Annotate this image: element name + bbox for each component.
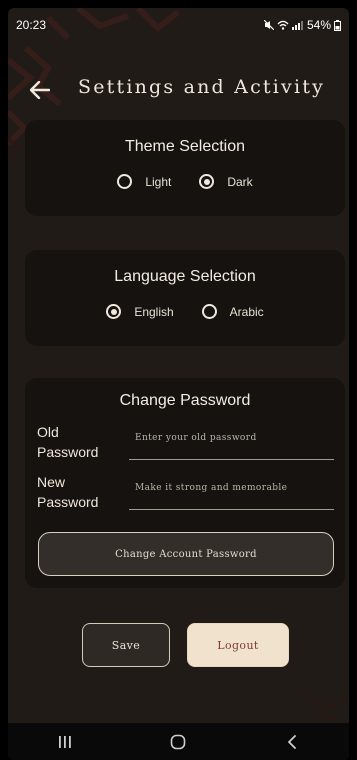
theme-option-dark[interactable]: Dark bbox=[199, 174, 253, 189]
app-screen: 20:23 54% Settings and Activity Theme Se… bbox=[8, 8, 349, 760]
radio-dark[interactable] bbox=[199, 174, 215, 189]
radio-english[interactable] bbox=[106, 304, 122, 319]
back-nav-icon bbox=[288, 734, 297, 749]
change-password-button[interactable]: Change Account Password bbox=[38, 532, 334, 576]
recent-apps-button[interactable] bbox=[35, 727, 95, 757]
recent-apps-icon bbox=[58, 735, 71, 748]
back-arrow-icon bbox=[30, 81, 50, 99]
new-password-label: New Password bbox=[37, 474, 99, 510]
old-password-label: Old Password bbox=[37, 424, 99, 460]
page-header: Settings and Activity bbox=[8, 66, 349, 114]
password-title: Change Password bbox=[119, 392, 251, 409]
save-button[interactable]: Save bbox=[82, 623, 170, 667]
new-password-row: New Password bbox=[37, 472, 337, 510]
battery-percent: 54% bbox=[306, 18, 331, 32]
language-title: Language Selection bbox=[114, 268, 256, 285]
new-password-field[interactable] bbox=[129, 474, 334, 510]
system-nav-bar bbox=[8, 723, 349, 760]
language-arabic-label: Arabic bbox=[229, 304, 264, 319]
language-option-english[interactable]: English bbox=[106, 304, 174, 319]
page-title: Settings and Activity bbox=[78, 76, 326, 98]
radio-light[interactable] bbox=[117, 174, 133, 189]
theme-card: Theme Selection Light Dark bbox=[25, 120, 345, 216]
old-password-field[interactable] bbox=[129, 424, 334, 460]
language-english-label: English bbox=[134, 304, 174, 319]
battery-icon bbox=[334, 19, 341, 31]
status-icons: 54% bbox=[263, 18, 341, 32]
language-card: Language Selection English Arabic bbox=[25, 250, 345, 346]
old-password-row: Old Password bbox=[37, 422, 337, 460]
status-time: 20:23 bbox=[16, 18, 47, 32]
home-button[interactable] bbox=[148, 727, 208, 757]
language-option-arabic[interactable]: Arabic bbox=[201, 304, 264, 319]
theme-light-label: Light bbox=[145, 174, 172, 189]
password-card: Change Password Old Password New Passwor… bbox=[25, 378, 345, 588]
theme-option-light[interactable]: Light bbox=[117, 174, 171, 189]
theme-dark-label: Dark bbox=[227, 174, 253, 189]
language-options: English Arabic bbox=[25, 304, 345, 319]
mute-icon bbox=[263, 20, 274, 30]
home-icon bbox=[171, 734, 186, 749]
status-bar: 20:23 54% bbox=[8, 8, 349, 42]
wifi-icon bbox=[277, 20, 289, 30]
radio-arabic[interactable] bbox=[201, 304, 217, 319]
signal-icon bbox=[291, 21, 303, 30]
back-button[interactable] bbox=[26, 76, 54, 104]
theme-options: Light Dark bbox=[25, 174, 345, 189]
back-nav-button[interactable] bbox=[262, 727, 322, 757]
logout-button[interactable]: Logout bbox=[187, 623, 289, 667]
theme-title: Theme Selection bbox=[124, 138, 246, 155]
